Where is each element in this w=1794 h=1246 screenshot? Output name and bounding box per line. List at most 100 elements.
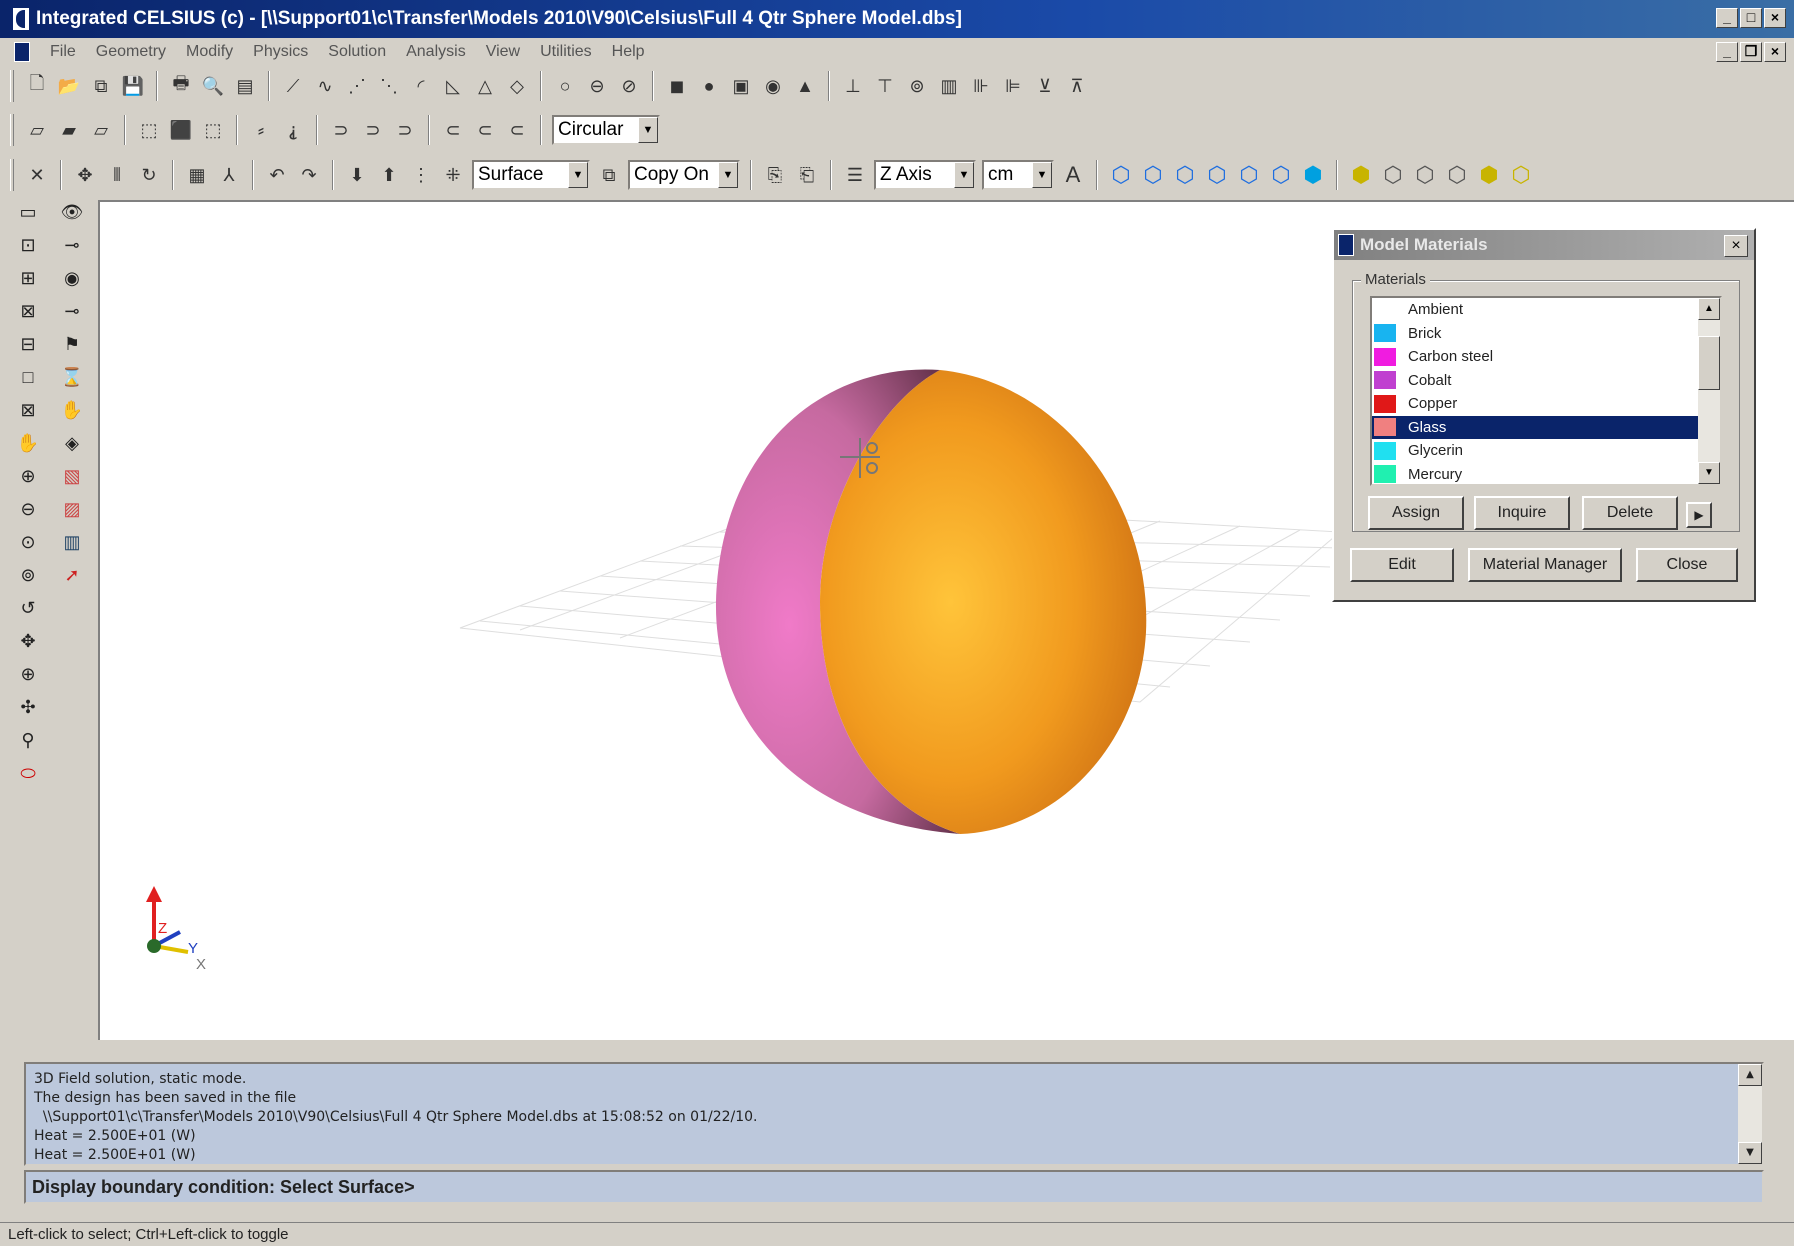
sweep-icon-2[interactable]: ⊃ [360,116,386,144]
sweep-icon-3[interactable]: ⊃ [392,116,418,144]
circle-icon[interactable]: ○ [552,72,578,100]
dialog-title-bar[interactable]: Model Materials [1334,230,1754,260]
zoom-select-icon[interactable]: ⊟ [13,330,43,358]
layer-icon[interactable]: ◈ [57,429,87,457]
edge-icon-1[interactable]: ⸗ [248,116,274,144]
menu-solution[interactable]: Solution [318,43,396,61]
delete-button[interactable]: Delete [1582,496,1678,530]
maximize-button[interactable]: □ [1740,8,1762,28]
material-item[interactable]: Glycerin [1372,439,1720,463]
line-icon[interactable]: ⟋ [280,72,306,100]
zoom-in-icon[interactable]: ⊕ [13,462,43,490]
snap-icon[interactable]: ⁜ [440,161,466,189]
materials-scrollbar[interactable]: ▲ ▼ [1698,298,1720,484]
chevron-down-icon[interactable]: ▼ [568,162,588,188]
spline-icon[interactable]: ∿ [312,72,338,100]
sweep-icon-1[interactable]: ⊃ [328,116,354,144]
celsius-app-icon[interactable] [12,7,30,31]
view-back-icon[interactable]: ⬡ [1140,162,1166,188]
inquire-button[interactable]: Inquire [1474,496,1570,530]
zoom-previous-icon[interactable]: ⊙ [13,528,43,556]
transparent-icon[interactable]: ⬡ [1508,162,1534,188]
menu-modify[interactable]: Modify [176,43,243,61]
undo-icon[interactable]: ↶ [264,161,290,189]
material-manager-button[interactable]: Material Manager [1468,548,1622,582]
rotate-shape-icon[interactable]: ⊘ [616,72,642,100]
select-up-icon[interactable]: ⬆ [376,161,402,189]
array-icon[interactable]: ▦ [184,161,210,189]
dialog-close-icon[interactable]: × [1724,235,1748,257]
eye-icon[interactable]: 👁 [57,198,87,226]
shaded-edges-icon[interactable]: ⬢ [1476,162,1502,188]
view-right-icon[interactable]: ⬡ [1204,162,1230,188]
pan-view-icon[interactable]: ✋ [13,429,43,457]
layer-icon-1[interactable]: ▱ [24,116,50,144]
view-left-icon[interactable]: ⬡ [1172,162,1198,188]
layer-icon-3[interactable]: ▱ [88,116,114,144]
edge-icon-2[interactable]: ⸘ [280,116,306,144]
orbit-icon[interactable]: ⊕ [13,660,43,688]
material-item[interactable]: Mercury [1372,463,1720,485]
box-solid-icon[interactable]: ◼ [664,72,690,100]
quad-icon[interactable]: ◇ [504,72,530,100]
close-button[interactable]: Close [1636,548,1738,582]
scroll-down-icon[interactable]: ▼ [1698,462,1720,484]
axis-select[interactable]: Z Axis ▼ [874,160,976,190]
filter-icon[interactable]: ⧉ [596,161,622,189]
material-item[interactable]: Carbon steel [1372,345,1720,369]
scroll-down-icon[interactable]: ▼ [1738,1142,1762,1164]
print-icon[interactable]: 🖶 [168,72,194,100]
output-log[interactable]: 3D Field solution, static mode. The desi… [24,1062,1764,1166]
chart-icon[interactable]: ▥ [936,72,962,100]
point-icon[interactable]: ⋰ [344,72,370,100]
mesh-view-icon[interactable]: ▥ [57,528,87,556]
rectangle-icon[interactable]: □ [13,363,43,391]
mesh-icon-2[interactable]: ⊤ [872,72,898,100]
hidden-line-icon[interactable]: ⬡ [1412,162,1438,188]
toolbar-grip[interactable] [10,114,14,146]
menu-physics[interactable]: Physics [243,43,318,61]
solid-op-icon-2[interactable]: ⬛ [168,116,194,144]
hand-icon[interactable]: ✋ [57,396,87,424]
material-item[interactable]: Copper [1372,392,1720,416]
doc-minimize-button[interactable]: _ [1716,42,1738,62]
open-folder-icon[interactable]: 📂 [56,72,82,100]
canvas-view-icon[interactable]: ▭ [13,198,43,226]
points-icon[interactable]: ⋱ [376,72,402,100]
material-item[interactable]: Brick [1372,322,1720,346]
scroll-up-icon[interactable]: ▲ [1698,298,1720,320]
materials-list[interactable]: Ambient Brick Carbon steel Cobalt Copper Glas… [1370,296,1722,486]
solid-op-icon-3[interactable]: ⬚ [200,116,226,144]
mesh-icon-5[interactable]: ⊫ [1000,72,1026,100]
torus-solid-icon[interactable]: ◉ [760,72,786,100]
extrude-icon-2[interactable]: ⊂ [472,116,498,144]
move-view-icon[interactable]: ✥ [13,627,43,655]
arc-icon[interactable]: ◜ [408,72,434,100]
view-top-icon[interactable]: ⬡ [1236,162,1262,188]
cone-solid-icon[interactable]: ▲ [792,72,818,100]
scroll-thumb[interactable] [1698,336,1720,390]
select-down-icon[interactable]: ⬇ [344,161,370,189]
triangle-icon[interactable]: △ [472,72,498,100]
zoom-out-icon[interactable]: ⊖ [13,495,43,523]
assign-button[interactable]: Assign [1368,496,1464,530]
output-scrollbar[interactable]: ▲ ▼ [1738,1064,1762,1164]
wireframe-icon[interactable]: ⬡ [1380,162,1406,188]
scale-icon[interactable]: ⅄ [216,161,242,189]
print-preview-icon[interactable]: 🔍 [200,72,226,100]
outline-icon[interactable]: ⬡ [1444,162,1470,188]
copy-mode-select[interactable]: Copy On ▼ [628,160,740,190]
material-item[interactable]: Cobalt [1372,369,1720,393]
chevron-down-icon[interactable]: ▼ [1032,162,1052,188]
view-iso-icon[interactable]: ⬢ [1300,162,1326,188]
units-select[interactable]: cm ▼ [982,160,1054,190]
material-item[interactable]: Ambient [1372,298,1720,322]
doc-close-button[interactable]: × [1764,42,1786,62]
boundary-icon[interactable]: ▨ [57,495,87,523]
rotate-icon[interactable]: ↻ [136,161,162,189]
ellipse-icon[interactable]: ⬭ [13,759,43,787]
chevron-down-icon[interactable]: ▼ [638,117,658,143]
zoom-all-icon[interactable]: ⊚ [13,561,43,589]
cross-box-icon[interactable]: ⊠ [13,396,43,424]
solid-op-icon-1[interactable]: ⬚ [136,116,162,144]
